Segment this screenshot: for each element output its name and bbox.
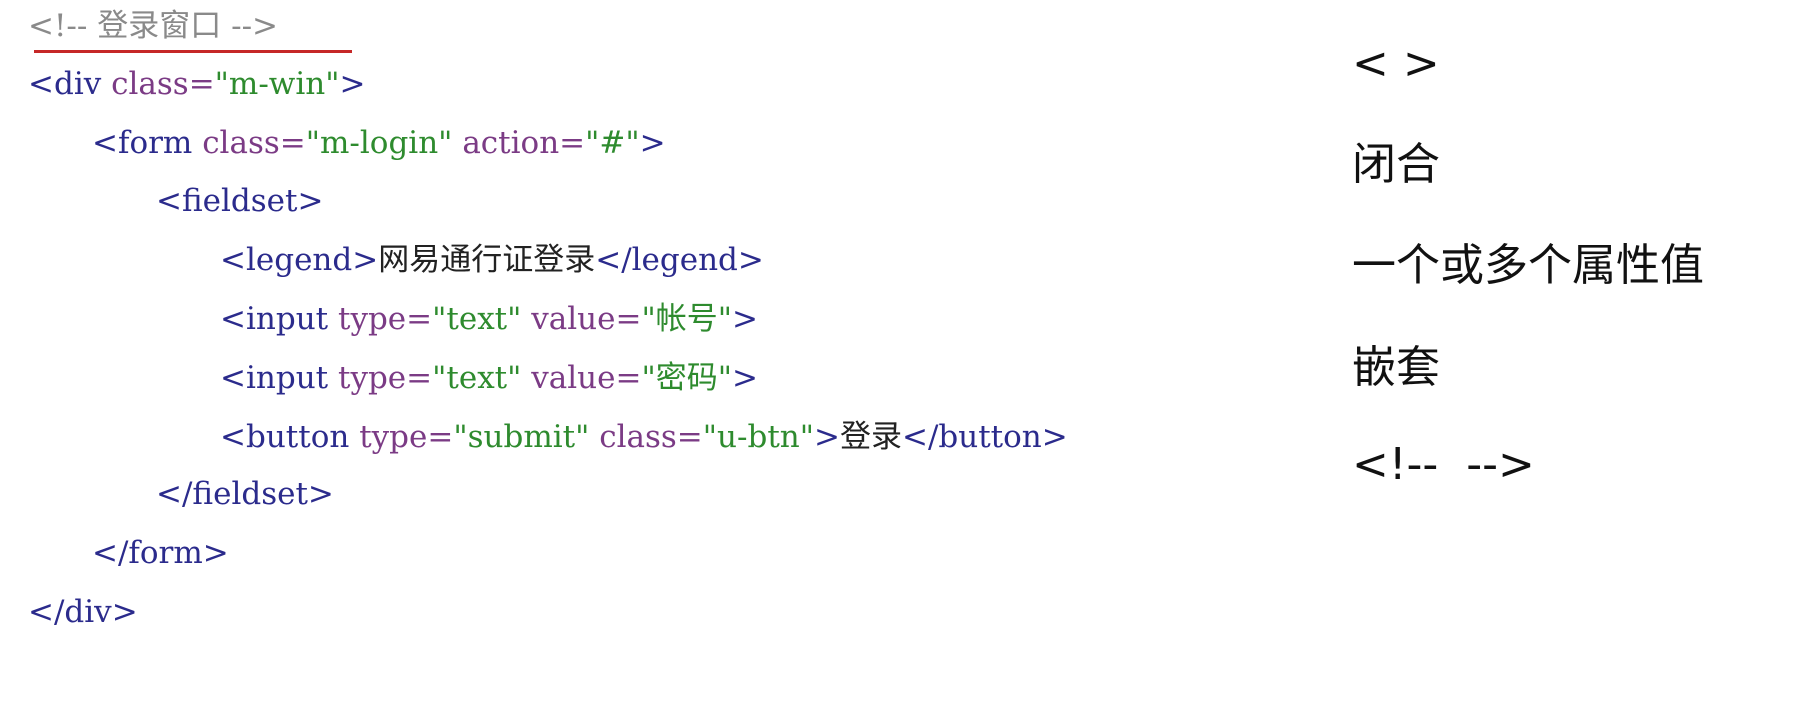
- code-token-attr: type: [359, 419, 428, 455]
- code-token-attr: type: [337, 301, 407, 337]
- code-line: <!-- 登录窗口 -->: [28, 6, 278, 46]
- note-closing: 闭合: [1352, 139, 1440, 190]
- code-token-text: 登录: [840, 419, 902, 455]
- code-token-tag: >: [339, 66, 366, 102]
- code-token-attr: value: [531, 360, 616, 396]
- comment-underline: [34, 50, 352, 53]
- note-comment-syntax: <!-- -->: [1352, 439, 1535, 490]
- code-token-str: "submit": [453, 419, 590, 455]
- code-token-str: "密码": [641, 360, 733, 396]
- code-token-tag: </fieldset>: [156, 476, 334, 512]
- code-token-tag: <input: [220, 301, 338, 337]
- code-token-eq: =: [406, 360, 433, 396]
- note-angle-brackets: < >: [1352, 38, 1440, 89]
- code-token-tag: <form: [92, 125, 203, 161]
- code-token-attr: type: [337, 360, 407, 396]
- code-token-tag: <div: [28, 66, 112, 102]
- code-token-eq: =: [279, 125, 306, 161]
- code-token-tag: <button: [220, 419, 360, 455]
- code-token-str: "m-win": [214, 66, 340, 102]
- code-token-tag: >: [639, 125, 666, 161]
- code-token-tag: </legend>: [595, 242, 764, 278]
- code-token-tag: >: [814, 419, 840, 455]
- code-token-str: "u-btn": [702, 419, 815, 455]
- note-nesting: 嵌套: [1352, 342, 1440, 393]
- code-token-str: "m-login": [305, 125, 453, 161]
- code-token-tag: </div>: [28, 594, 138, 630]
- code-token-tag: <fieldset>: [156, 183, 324, 219]
- note-attributes: 一个或多个属性值: [1352, 240, 1704, 291]
- code-line: </fieldset>: [156, 474, 334, 514]
- code-token-eq: =: [427, 419, 454, 455]
- code-token-attr: class: [202, 125, 280, 161]
- code-line: <div class="m-win">: [28, 64, 365, 104]
- code-line: <button type="submit" class="u-btn">登录</…: [220, 417, 1068, 457]
- code-token-str: "#": [585, 125, 640, 161]
- code-line: <input type="text" value="密码">: [220, 358, 758, 398]
- code-token-attr: value: [531, 301, 616, 337]
- code-token-tag: >: [732, 301, 758, 337]
- code-token-eq: =: [676, 419, 703, 455]
- code-token-tag: >: [732, 360, 758, 396]
- code-token-tag: </form>: [92, 535, 229, 571]
- notes-panel: < > 闭合 一个或多个属性值 嵌套 <!-- -->: [1352, 0, 1772, 728]
- code-token-eq: =: [615, 360, 642, 396]
- code-line: </div>: [28, 592, 138, 632]
- code-token-text: 网易通行证登录: [378, 242, 596, 278]
- code-token-attr: class: [599, 419, 677, 455]
- code-token-tag: </button>: [902, 419, 1068, 455]
- code-token-attr: class: [111, 66, 189, 102]
- code-line: <legend>网易通行证登录</legend>: [220, 240, 764, 280]
- code-token-tag: <legend>: [220, 242, 379, 278]
- code-token-eq: =: [406, 301, 433, 337]
- code-token-comment: <!-- 登录窗口 -->: [28, 8, 279, 44]
- code-token-eq: =: [559, 125, 586, 161]
- code-token-eq: =: [615, 301, 642, 337]
- code-token-str: "帐号": [641, 301, 733, 337]
- code-line: <input type="text" value="帐号">: [220, 299, 758, 339]
- code-line: </form>: [92, 533, 229, 573]
- code-token-str: "text": [432, 360, 522, 396]
- code-token-eq: =: [188, 66, 215, 102]
- code-listing: <!-- 登录窗口 --> <div class="m-win"> <form cl…: [28, 0, 1278, 728]
- code-line: <form class="m-login" action="#">: [92, 123, 666, 163]
- code-line: <fieldset>: [156, 181, 323, 221]
- code-token-str: "text": [432, 301, 522, 337]
- code-token-tag: <input: [220, 360, 338, 396]
- code-token-attr: action: [462, 125, 560, 161]
